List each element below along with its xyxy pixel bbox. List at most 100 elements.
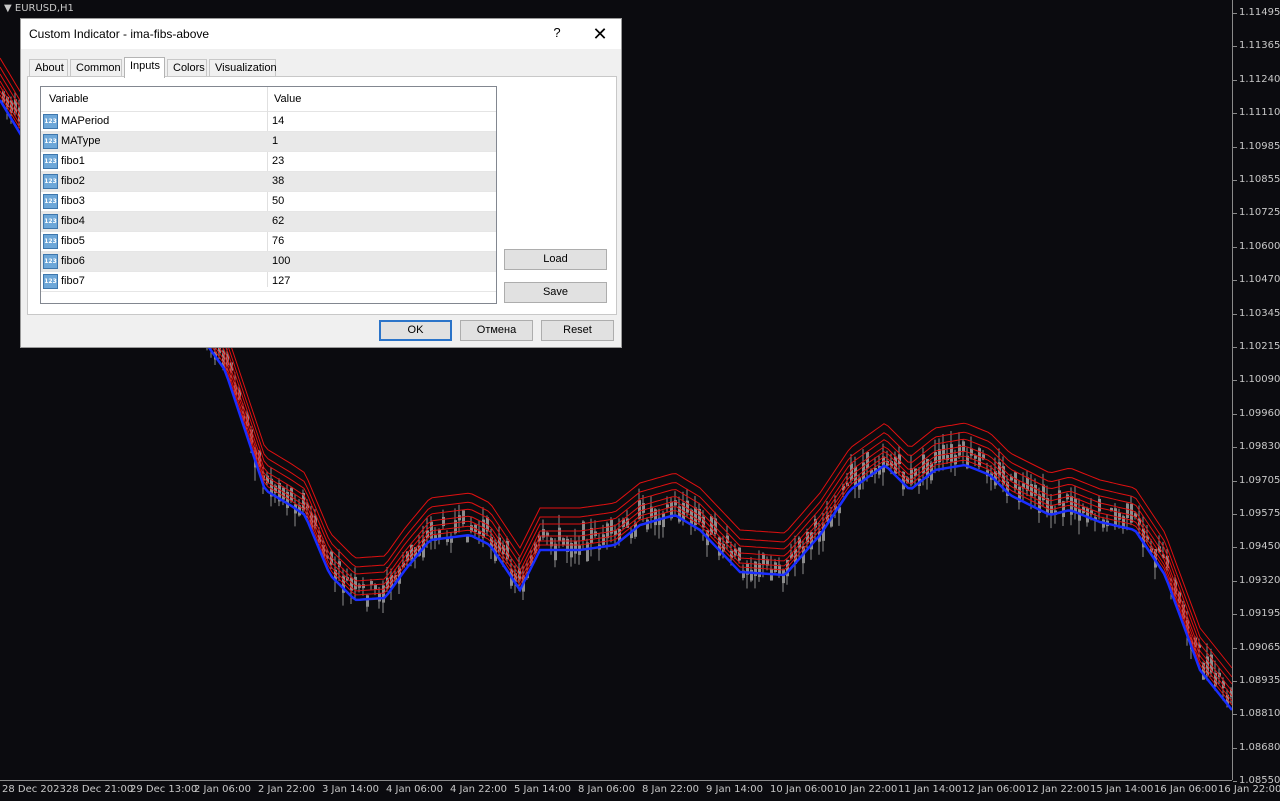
candle-body [574,541,577,554]
param-value[interactable]: 23 [272,155,284,167]
chart-menu-arrow-icon[interactable]: ▼ [4,3,12,14]
param-value[interactable]: 38 [272,175,284,187]
candle-body [942,444,945,460]
price-tick-label: 1.08810 [1232,708,1280,720]
price-tick-label: 1.08935 [1232,675,1280,686]
time-tick-label: 15 Jan 14:00 [1090,784,1154,795]
table-row[interactable]: 123 fibo7 127 [41,272,496,292]
param-value[interactable]: 62 [272,215,284,227]
table-row[interactable]: 123 fibo1 23 [41,152,496,172]
price-tick-label: 1.10345 [1232,307,1280,319]
price-tick-label: 1.11495 [1232,7,1280,18]
header-variable[interactable]: Variable [49,93,89,105]
time-tick-label: 29 Dec 13:00 [130,784,198,795]
time-tick-label: 5 Jan 14:00 [514,784,571,795]
table-row[interactable]: 123 fibo6 100 [41,252,496,272]
ok-button[interactable]: OK [379,320,452,341]
price-tick-label: 1.09065 [1232,641,1280,653]
close-icon[interactable]: ✕ [583,23,617,45]
candle-body [374,584,377,590]
candle-body [602,534,605,545]
candle-body [366,595,369,607]
time-tick-label: 28 Dec 21:00 [66,784,134,795]
integer-type-icon: 123 [43,214,58,229]
integer-type-icon: 123 [43,114,58,129]
tab-colors[interactable]: Colors [167,59,207,76]
symbol-label: ▼ EURUSD,H1 [4,3,74,14]
time-axis: 28 Dec 2023 28 Dec 21:00 29 Dec 13:00 2 Jan… [0,780,1280,801]
dialog-titlebar[interactable]: Custom Indicator - ima-fibs-above ? ✕ [21,19,621,49]
save-button[interactable]: Save [504,282,607,303]
integer-type-icon: 123 [43,254,58,269]
load-button[interactable]: Load [504,249,607,270]
price-tick-label: 1.11240 [1232,73,1280,85]
param-value[interactable]: 1 [272,135,278,147]
price-tick-label: 1.11110 [1232,107,1280,119]
time-tick-label: 12 Jan 06:00 [962,784,1026,795]
candle-body [758,563,761,578]
table-row[interactable]: 123 fibo2 38 [41,172,496,192]
table-row[interactable]: 123 fibo3 50 [41,192,496,212]
time-tick-label: 4 Jan 22:00 [450,784,507,795]
cancel-button[interactable]: Отмена [460,320,533,341]
tab-common[interactable]: Common [70,59,122,76]
symbol-text: EURUSD,H1 [14,3,74,14]
price-tick-label: 1.11365 [1232,40,1280,52]
param-value[interactable]: 14 [272,115,284,127]
custom-indicator-dialog: Custom Indicator - ima-fibs-above ? ✕ Ab… [20,18,622,348]
time-tick-label: 16 Jan 22:00 [1218,784,1280,795]
table-row[interactable]: 123 fibo4 62 [41,212,496,232]
table-row[interactable]: 123 MAType 1 [41,132,496,152]
candle-body [562,538,565,546]
candle-body [606,523,609,539]
candle-body [554,543,557,561]
param-value[interactable]: 50 [272,195,284,207]
price-tick-label: 1.10985 [1232,140,1280,152]
candle-body [1062,501,1065,518]
candle-body [1014,472,1017,490]
param-value[interactable]: 127 [272,275,290,287]
table-row[interactable]: 123 MAPeriod 14 [41,112,496,132]
price-tick-label: 1.10725 [1232,207,1280,219]
integer-type-icon: 123 [43,134,58,149]
candle-body [866,451,869,469]
reset-button[interactable]: Reset [541,320,614,341]
tab-visualization[interactable]: Visualization [209,59,277,76]
param-name: MAType [61,135,101,147]
candle-body [674,500,677,506]
price-tick-label: 1.10090 [1232,374,1280,386]
price-tick-label: 1.10215 [1232,341,1280,352]
price-tick-label: 1.09450 [1232,541,1280,553]
time-tick-label: 3 Jan 14:00 [322,784,379,795]
price-tick-label: 1.09320 [1232,574,1280,586]
param-value[interactable]: 100 [272,255,290,267]
help-button[interactable]: ? [547,25,567,45]
candle-body [646,519,649,530]
candle-body [1126,503,1129,518]
dialog-title: Custom Indicator - ima-fibs-above [29,27,210,41]
price-tick-label: 1.10600 [1232,240,1280,252]
param-name: fibo2 [61,175,85,187]
time-tick-label: 11 Jan 14:00 [898,784,962,795]
candle-body [1118,512,1121,520]
integer-type-icon: 123 [43,174,58,189]
param-name: fibo7 [61,275,85,287]
time-tick-label: 10 Jan 22:00 [834,784,898,795]
tab-inputs[interactable]: Inputs [124,57,165,78]
table-row[interactable]: 123 fibo5 76 [41,232,496,252]
price-tick-label: 1.10855 [1232,174,1280,185]
candle-body [282,487,285,500]
tab-about[interactable]: About [29,59,68,76]
time-tick-label: 16 Jan 06:00 [1154,784,1218,795]
time-tick-label: 4 Jan 06:00 [386,784,443,795]
candle-body [954,454,957,465]
header-value[interactable]: Value [274,93,301,105]
candle-body [666,504,669,508]
candle-body [910,468,913,485]
param-value[interactable]: 76 [272,235,284,247]
candle-body [590,527,593,544]
candle-body [1098,498,1101,512]
integer-type-icon: 123 [43,194,58,209]
table-header: Variable Value [41,87,496,112]
candle-body [1074,498,1077,512]
